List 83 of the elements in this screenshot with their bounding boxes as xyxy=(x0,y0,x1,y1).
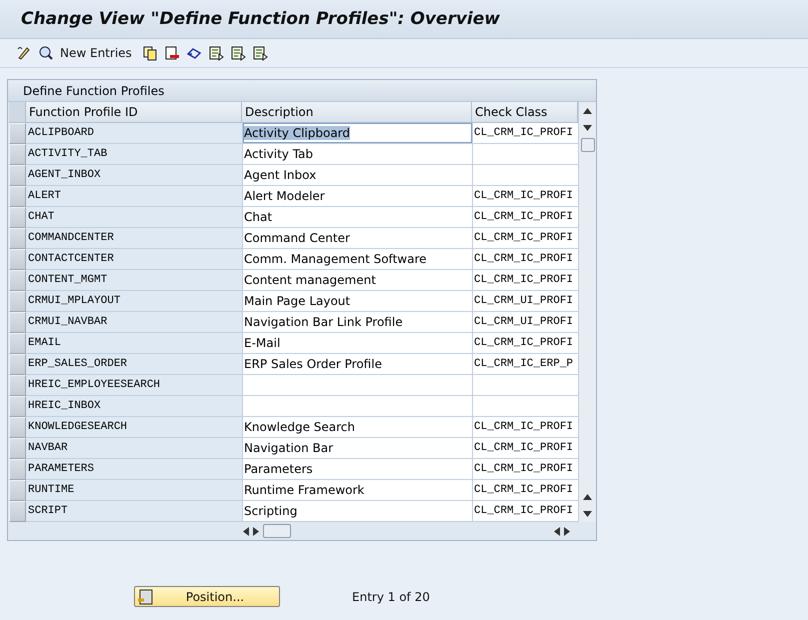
table-cell[interactable]: CL_CRM_IC_PROFI xyxy=(472,459,578,480)
table-cell[interactable]: Chat xyxy=(242,207,472,228)
row-selector[interactable] xyxy=(9,459,26,480)
position-button[interactable]: Position... xyxy=(134,586,280,607)
table-cell[interactable]: Alert Modeler xyxy=(242,186,472,207)
position-icon xyxy=(137,588,153,604)
row-selector[interactable] xyxy=(9,312,26,333)
table-cell[interactable]: Comm. Management Software xyxy=(242,249,472,270)
row-selector[interactable] xyxy=(9,165,26,186)
row-selector[interactable] xyxy=(9,123,26,144)
column-header[interactable]: Function Profile ID xyxy=(26,102,242,123)
table-cell[interactable]: CL_CRM_IC_PROFI xyxy=(472,417,578,438)
row-selector[interactable] xyxy=(9,249,26,270)
scroll-left-icon[interactable] xyxy=(554,526,560,536)
column-header[interactable]: Description xyxy=(242,102,472,123)
pencil-icon[interactable] xyxy=(16,45,32,61)
scroll-down-icon[interactable] xyxy=(583,124,592,130)
entry-count: Entry 1 of 20 xyxy=(352,590,430,604)
table-cell[interactable] xyxy=(242,375,472,396)
table-cell[interactable]: Scripting xyxy=(242,501,472,522)
table-cell[interactable] xyxy=(472,375,578,396)
table-cell[interactable] xyxy=(472,396,578,417)
table-cell[interactable]: CL_CRM_IC_PROFI xyxy=(472,270,578,291)
row-selector[interactable] xyxy=(9,333,26,354)
row-selector[interactable] xyxy=(9,354,26,375)
panel-title: Define Function Profiles xyxy=(8,80,596,102)
table-cell[interactable]: CL_CRM_IC_PROFI xyxy=(472,123,578,144)
table-cell[interactable]: Knowledge Search xyxy=(242,417,472,438)
scroll-right-icon[interactable] xyxy=(253,526,259,536)
table-cell[interactable] xyxy=(242,396,472,417)
scroll-thumb[interactable] xyxy=(580,138,594,152)
row-selector[interactable] xyxy=(9,228,26,249)
row-selector[interactable] xyxy=(9,144,26,165)
table-cell[interactable]: ERP Sales Order Profile xyxy=(242,354,472,375)
scroll-up-icon[interactable] xyxy=(583,494,592,500)
magnifier-icon[interactable] xyxy=(38,45,54,61)
table-cell[interactable] xyxy=(472,144,578,165)
table-cell[interactable]: Activity Clipboard xyxy=(242,123,472,144)
window-title: Change View "Define Function Profiles": Overview xyxy=(21,9,500,29)
row-selector[interactable] xyxy=(9,438,26,459)
delete-icon[interactable] xyxy=(164,45,180,61)
row-selector[interactable] xyxy=(9,396,26,417)
scroll-thumb[interactable] xyxy=(263,524,291,538)
row-selector[interactable] xyxy=(9,417,26,438)
table-cell[interactable]: Parameters xyxy=(242,459,472,480)
row-selector[interactable] xyxy=(9,291,26,312)
table-cell[interactable]: E-Mail xyxy=(242,333,472,354)
scroll-up-icon[interactable] xyxy=(583,108,592,114)
table-cell[interactable]: Agent Inbox xyxy=(242,165,472,186)
select-icon[interactable] xyxy=(230,45,246,61)
table-cell[interactable]: CL_CRM_UI_PROFI xyxy=(472,312,578,333)
table-cell[interactable]: CL_CRM_UI_PROFI xyxy=(472,291,578,312)
table-cell[interactable]: CL_CRM_IC_PROFI xyxy=(472,228,578,249)
table-cell[interactable]: CL_CRM_IC_PROFI xyxy=(472,480,578,501)
table-cell[interactable]: Command Center xyxy=(242,228,472,249)
select-icon[interactable] xyxy=(208,45,224,61)
new-entries-button[interactable]: New Entries xyxy=(60,46,132,60)
table-cell[interactable]: CL_CRM_IC_PROFI xyxy=(472,501,578,522)
table-cell[interactable]: CL_CRM_IC_PROFI xyxy=(472,333,578,354)
table-cell[interactable]: Runtime Framework xyxy=(242,480,472,501)
row-selector[interactable] xyxy=(9,186,26,207)
scroll-left-icon[interactable] xyxy=(243,526,249,536)
table-cell[interactable]: Navigation Bar Link Profile xyxy=(242,312,472,333)
scroll-down-icon[interactable] xyxy=(583,510,592,516)
row-selector[interactable] xyxy=(9,207,26,228)
table-cell[interactable] xyxy=(472,165,578,186)
scroll-right-icon[interactable] xyxy=(564,526,570,536)
table-cell[interactable]: Content management xyxy=(242,270,472,291)
table-cell[interactable]: Activity Tab xyxy=(242,144,472,165)
table-cell[interactable]: CL_CRM_IC_PROFI xyxy=(472,207,578,228)
table-cell[interactable]: CL_CRM_IC_PROFI xyxy=(472,438,578,459)
select-icon[interactable] xyxy=(252,45,268,61)
row-selector[interactable] xyxy=(9,270,26,291)
table-cell[interactable]: CL_CRM_IC_ERP_P xyxy=(472,354,578,375)
column-header[interactable]: Check Class xyxy=(472,102,578,123)
copy-icon[interactable] xyxy=(142,45,158,61)
row-selector[interactable] xyxy=(9,501,26,522)
row-selector[interactable] xyxy=(9,480,26,501)
table-cell[interactable]: CL_CRM_IC_PROFI xyxy=(472,249,578,270)
table-cell[interactable]: CL_CRM_IC_PROFI xyxy=(472,186,578,207)
row-selector[interactable] xyxy=(9,375,26,396)
table-cell[interactable]: Navigation Bar xyxy=(242,438,472,459)
table-cell[interactable]: Main Page Layout xyxy=(242,291,472,312)
